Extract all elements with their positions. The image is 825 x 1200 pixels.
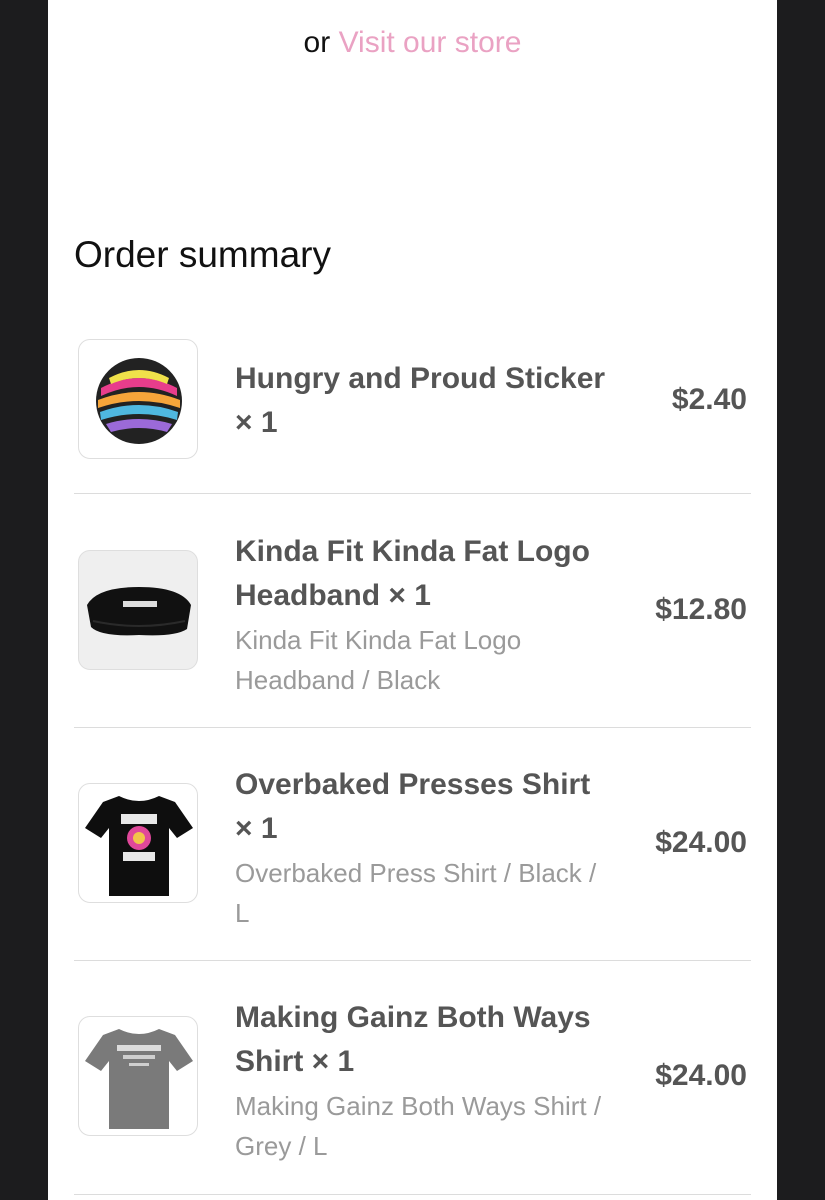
order-summary-heading: Order summary [74,234,331,275]
item-name: Hungry and Proud Sticker × 1 [235,362,606,439]
divider [74,960,751,961]
item-info: Overbaked Presses Shirt × 1 Overbaked Pr… [235,763,615,933]
store-prefix: or [303,26,331,59]
item-info: Kinda Fit Kinda Fat Logo Headband × 1 Ki… [235,530,615,700]
sticker-icon [96,358,182,444]
headband-icon [87,587,191,636]
checkout-panel: or Visit our store Order summary Hungry … [48,0,777,1200]
order-item: Kinda Fit Kinda Fat Logo Headband × 1 Ki… [74,530,751,700]
item-name: Overbaked Presses Shirt × 1 [235,768,591,845]
item-info: Making Gainz Both Ways Shirt × 1 Making … [235,996,615,1166]
divider [74,727,751,728]
item-price: $24.00 [655,1059,747,1092]
divider [74,1194,751,1195]
item-name: Kinda Fit Kinda Fat Logo Headband × 1 [235,535,590,612]
item-price: $2.40 [671,383,747,416]
item-name: Making Gainz Both Ways Shirt × 1 [235,1001,591,1078]
sticker-thumbnail [78,339,198,459]
item-info: Hungry and Proud Sticker × 1 [235,357,615,445]
divider [74,493,751,494]
visit-store-link[interactable]: Visit our store [339,26,522,59]
grey-shirt-icon [85,1029,193,1129]
order-item: Hungry and Proud Sticker × 1 $2.40 [74,339,751,463]
item-variant: Kinda Fit Kinda Fat Logo Headband / Blac… [235,625,522,695]
order-item: Overbaked Presses Shirt × 1 Overbaked Pr… [74,763,751,933]
visit-store-line: or Visit our store [48,26,777,60]
item-price: $24.00 [655,826,747,859]
grey-shirt-thumbnail [78,1016,198,1136]
item-variant: Making Gainz Both Ways Shirt / Grey / L [235,1091,602,1161]
black-shirt-thumbnail [78,783,198,903]
black-shirt-icon [85,796,193,896]
item-variant: Overbaked Press Shirt / Black / L [235,858,597,928]
headband-thumbnail [78,550,198,670]
item-price: $12.80 [655,593,747,626]
order-item: Making Gainz Both Ways Shirt × 1 Making … [74,996,751,1166]
